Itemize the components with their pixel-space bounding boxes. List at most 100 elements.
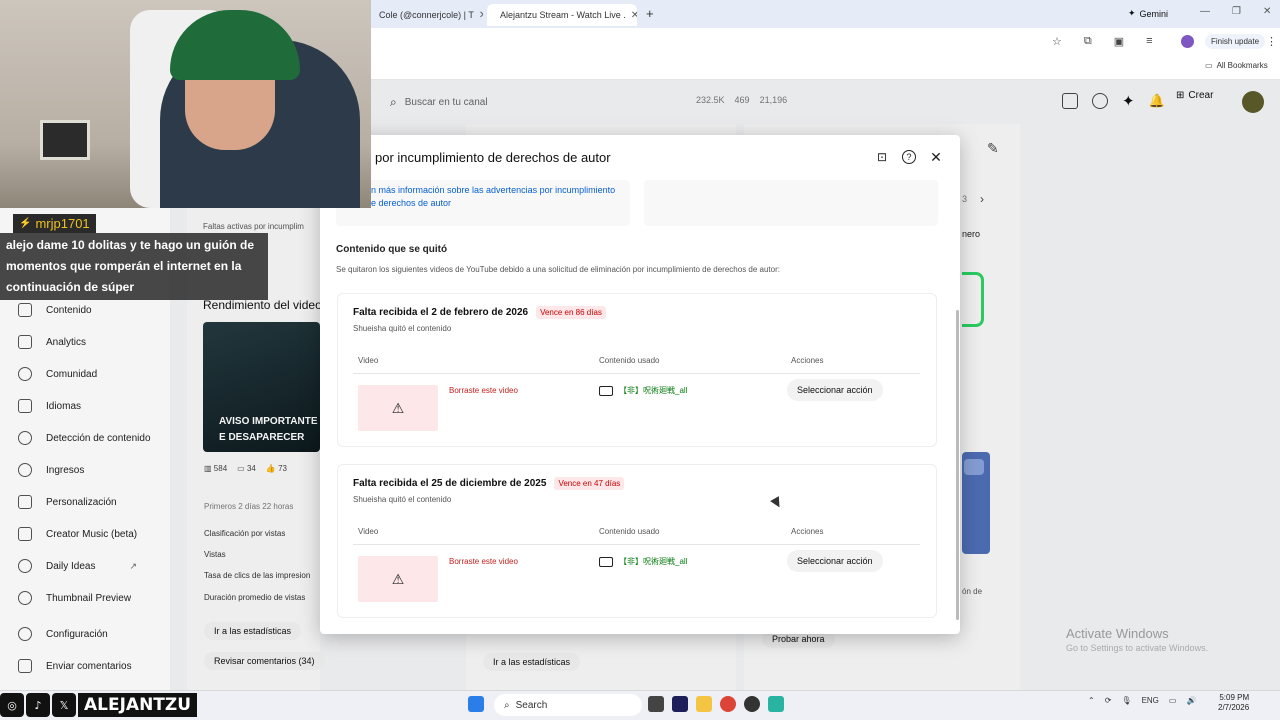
tiktok-icon: ♪ xyxy=(26,693,50,717)
instagram-icon: ◎ xyxy=(0,693,24,717)
select-action-button[interactable]: Seleccionar acción xyxy=(787,550,883,572)
content-used: 【非】呪術廻戦_all xyxy=(599,556,687,567)
dialog-title: por incumplimiento de derechos de autor xyxy=(375,150,611,165)
dialog-actions: ⊡ ? ✕ xyxy=(874,149,944,165)
warning-icon: ⚠ xyxy=(391,399,405,416)
taskbar-search[interactable]: ⌕ Search xyxy=(494,694,642,716)
activate-windows-subtitle: Go to Settings to activate Windows. xyxy=(1066,643,1209,653)
menu-lines-icon[interactable]: ≡ xyxy=(1146,35,1152,48)
dialog-scrollbar[interactable] xyxy=(956,310,959,620)
folder-icon: ▭ xyxy=(1205,61,1213,70)
search-icon: ⌕ xyxy=(504,699,510,711)
divider xyxy=(353,373,920,374)
chat-message: alejo dame 10 dolitas y te hago un guión… xyxy=(0,233,268,300)
volume-icon[interactable]: 🔊 xyxy=(1186,696,1196,705)
column-header-content: Contenido usado xyxy=(599,356,660,365)
premiere-icon[interactable] xyxy=(672,696,688,712)
all-bookmarks-button[interactable]: ▭ All Bookmarks xyxy=(1205,61,1268,70)
learn-more-link[interactable]: n más información sobre las advertencias… xyxy=(371,184,621,210)
file-explorer-icon[interactable] xyxy=(696,696,712,712)
start-button[interactable] xyxy=(468,696,484,712)
stream-brand-bar: ◎ ♪ 𝕏 ALEJANTZU xyxy=(0,692,198,718)
profile-avatar[interactable] xyxy=(1181,35,1194,48)
chevron-up-icon[interactable]: ⌃ xyxy=(1088,696,1095,705)
strike-claimant: Shueisha quitó el contenido xyxy=(353,495,452,504)
toolbar-icons: ☆ ⧉ ▣ ≡ xyxy=(1052,35,1153,48)
content-used: 【非】呪術廻戦_all xyxy=(599,385,687,396)
obs-icon[interactable] xyxy=(744,696,760,712)
wall-picture xyxy=(40,120,90,160)
close-window-icon[interactable]: ✕ xyxy=(1263,6,1271,17)
minimize-icon[interactable]: — xyxy=(1200,6,1210,17)
browser-tab[interactable]: Cole (@connerjcole) | T ✕ xyxy=(371,4,483,26)
divider xyxy=(353,544,920,545)
notepad-icon[interactable] xyxy=(768,696,784,712)
column-header-video: Video xyxy=(358,356,379,365)
strike-title: Falta recibida el 25 de diciembre de 202… xyxy=(353,478,547,489)
tab-label: Cole (@connerjcole) | T xyxy=(379,10,474,20)
video-icon xyxy=(599,556,613,567)
feedback-icon[interactable]: ⊡ xyxy=(874,149,890,165)
all-bookmarks-label: All Bookmarks xyxy=(1216,61,1268,70)
window-controls: — ❐ ✕ xyxy=(1200,6,1271,17)
language-indicator[interactable]: ENG xyxy=(1142,696,1159,705)
activate-windows-title: Activate Windows xyxy=(1066,626,1169,641)
user-badge-icon: ⚡ xyxy=(19,218,32,229)
windows-icon[interactable] xyxy=(468,696,484,712)
warning-icon: ⚠ xyxy=(391,570,405,587)
expiry-badge: Vence en 86 días xyxy=(536,306,606,319)
strike-title: Falta recibida el 2 de febrero de 2026 xyxy=(353,307,529,318)
close-icon[interactable]: ✕ xyxy=(479,10,483,21)
sidepanel-icon[interactable]: ▣ xyxy=(1114,35,1124,48)
removed-video-thumbnail: ⚠ xyxy=(358,385,438,431)
section-title: Contenido que se quitó xyxy=(336,244,448,255)
chrome-icon[interactable] xyxy=(720,696,736,712)
brand-name: ALEJANTZU xyxy=(78,693,198,717)
strike-header: Falta recibida el 25 de diciembre de 202… xyxy=(353,477,625,490)
extensions-icon[interactable]: ⧉ xyxy=(1084,35,1092,48)
column-header-video: Video xyxy=(358,527,379,536)
strike-header: Falta recibida el 2 de febrero de 2026 V… xyxy=(353,306,606,319)
deleted-video-label: Borraste este video xyxy=(449,386,518,395)
video-icon xyxy=(599,385,613,396)
close-icon[interactable]: ✕ xyxy=(928,149,944,165)
bookmarks-bar xyxy=(371,56,1280,80)
close-icon[interactable]: ✕ xyxy=(631,10,637,21)
strike-claimant: Shueisha quitó el contenido xyxy=(353,324,452,333)
column-header-actions: Acciones xyxy=(791,527,824,536)
finish-update-button[interactable]: Finish update xyxy=(1205,34,1266,49)
sync-icon[interactable]: ⟳ xyxy=(1105,696,1112,705)
section-description: Se quitaron los siguientes videos de You… xyxy=(336,265,780,274)
system-tray: ⌃ ⟳ 🎙 ENG ▭ 🔊 xyxy=(1088,696,1196,705)
maximize-icon[interactable]: ❐ xyxy=(1232,6,1241,17)
terminal-icon[interactable] xyxy=(648,696,664,712)
gemini-icon: ✦ xyxy=(1128,8,1136,18)
clock-time: 5:09 PM xyxy=(1219,693,1250,702)
help-icon[interactable]: ? xyxy=(902,150,916,164)
taskbar-search-label: Search xyxy=(515,699,548,711)
content-used-label[interactable]: 【非】呪術廻戦_all xyxy=(619,385,687,396)
gemini-button[interactable]: ✦ Gemini xyxy=(1128,8,1168,19)
star-icon[interactable]: ☆ xyxy=(1052,35,1062,48)
browser-tab-active[interactable]: Alejantzu Stream - Watch Live . ✕ xyxy=(487,4,637,26)
tab-label: Alejantzu Stream - Watch Live . xyxy=(500,10,626,20)
gemini-label: Gemini xyxy=(1139,8,1169,19)
info-panel xyxy=(644,180,938,226)
expiry-badge: Vence en 47 días xyxy=(554,477,625,490)
deleted-video-label: Borraste este video xyxy=(449,557,518,566)
clock[interactable]: 5:09 PM 2/7/2026 xyxy=(1218,693,1249,713)
content-used-label[interactable]: 【非】呪術廻戦_all xyxy=(619,556,687,567)
more-icon[interactable]: ⋮ xyxy=(1266,35,1277,48)
column-header-content: Contenido usado xyxy=(599,527,660,536)
select-action-button[interactable]: Seleccionar acción xyxy=(787,379,883,401)
pinned-apps xyxy=(648,696,784,712)
new-tab-icon[interactable]: + xyxy=(646,6,654,21)
removed-video-thumbnail: ⚠ xyxy=(358,556,438,602)
chat-username-label: mrjp1701 xyxy=(35,216,90,231)
microphone-icon[interactable]: 🎙 xyxy=(1121,696,1131,705)
network-icon[interactable]: ▭ xyxy=(1169,696,1177,705)
x-icon: 𝕏 xyxy=(52,693,76,717)
chat-username: ⚡ mrjp1701 xyxy=(13,214,96,233)
clock-date: 2/7/2026 xyxy=(1218,703,1250,712)
column-header-actions: Acciones xyxy=(791,356,824,365)
